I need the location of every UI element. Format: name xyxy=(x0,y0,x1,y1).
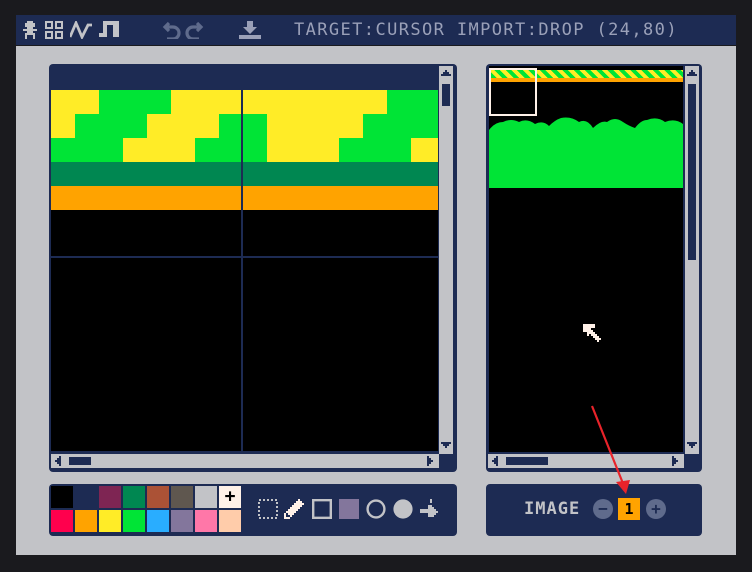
music-note-icon[interactable] xyxy=(96,15,120,45)
palette-swatch[interactable] xyxy=(219,510,241,532)
palette-swatch[interactable] xyxy=(147,510,169,532)
scroll-up-icon[interactable] xyxy=(439,66,453,80)
scroll-right-icon[interactable] xyxy=(668,454,682,468)
status-text: TARGET:CURSOR IMPORT:DROP (24,80) xyxy=(294,20,678,40)
editor-vertical-scrollbar[interactable] xyxy=(439,66,453,454)
annotation-arrow xyxy=(590,405,630,494)
palette-swatch[interactable] xyxy=(99,486,121,508)
palette-swatch[interactable] xyxy=(123,486,145,508)
palette-swatch[interactable] xyxy=(75,510,97,532)
image-preview-canvas[interactable] xyxy=(489,66,683,452)
decrease-image-button[interactable]: − xyxy=(593,499,613,519)
palette-swatch[interactable] xyxy=(51,486,73,508)
undo-icon[interactable] xyxy=(158,15,182,45)
selection-rectangle xyxy=(489,68,537,116)
select-tool-icon[interactable] xyxy=(257,498,279,520)
map-grid-icon[interactable] xyxy=(44,15,66,45)
scroll-down-icon[interactable] xyxy=(439,438,453,452)
top-toolbar: TARGET:CURSOR IMPORT:DROP (24,80) xyxy=(16,15,736,45)
fill-tool-icon[interactable] xyxy=(419,498,441,520)
sfx-wave-icon[interactable] xyxy=(69,15,93,45)
palette-swatch[interactable] xyxy=(123,510,145,532)
palette-swatch[interactable] xyxy=(171,510,193,532)
scroll-thumb[interactable] xyxy=(442,84,450,106)
image-editor-canvas[interactable] xyxy=(51,90,438,451)
rect-fill-tool-icon[interactable] xyxy=(338,498,360,520)
image-editor-panel xyxy=(49,64,457,472)
scroll-thumb[interactable] xyxy=(688,84,696,260)
palette-swatch[interactable] xyxy=(147,486,169,508)
palette-swatch[interactable] xyxy=(195,486,217,508)
redo-icon[interactable] xyxy=(184,15,208,45)
image-number-value: 1 xyxy=(618,498,640,520)
pencil-tool-icon[interactable] xyxy=(283,498,305,520)
palette-swatch[interactable] xyxy=(99,510,121,532)
palette-swatch[interactable] xyxy=(75,486,97,508)
image-label: IMAGE xyxy=(524,499,581,519)
preview-vertical-scrollbar[interactable] xyxy=(685,66,699,454)
palette-swatch[interactable] xyxy=(195,510,217,532)
scroll-left-icon[interactable] xyxy=(51,454,65,468)
scroll-thumb[interactable] xyxy=(69,457,91,465)
circle-fill-tool-icon[interactable] xyxy=(392,498,414,520)
bush-graphic xyxy=(489,117,683,188)
scroll-right-icon[interactable] xyxy=(423,454,437,468)
scroll-left-icon[interactable] xyxy=(488,454,502,468)
mouse-cursor-icon xyxy=(583,324,601,342)
scroll-thumb[interactable] xyxy=(506,457,548,465)
selected-color-marker: + xyxy=(224,486,236,507)
export-icon[interactable] xyxy=(238,15,262,45)
palette-swatch[interactable]: + xyxy=(219,486,241,508)
rect-outline-tool-icon[interactable] xyxy=(311,498,333,520)
scroll-up-icon[interactable] xyxy=(685,66,699,80)
palette-tool-panel: + xyxy=(49,484,457,536)
palette-swatch[interactable] xyxy=(171,486,193,508)
scroll-down-icon[interactable] xyxy=(685,438,699,452)
sprite-editor-icon[interactable] xyxy=(20,15,40,45)
editor-horizontal-scrollbar[interactable] xyxy=(51,454,439,468)
circle-outline-tool-icon[interactable] xyxy=(365,498,387,520)
increase-image-button[interactable]: + xyxy=(646,499,666,519)
palette-swatch[interactable] xyxy=(51,510,73,532)
